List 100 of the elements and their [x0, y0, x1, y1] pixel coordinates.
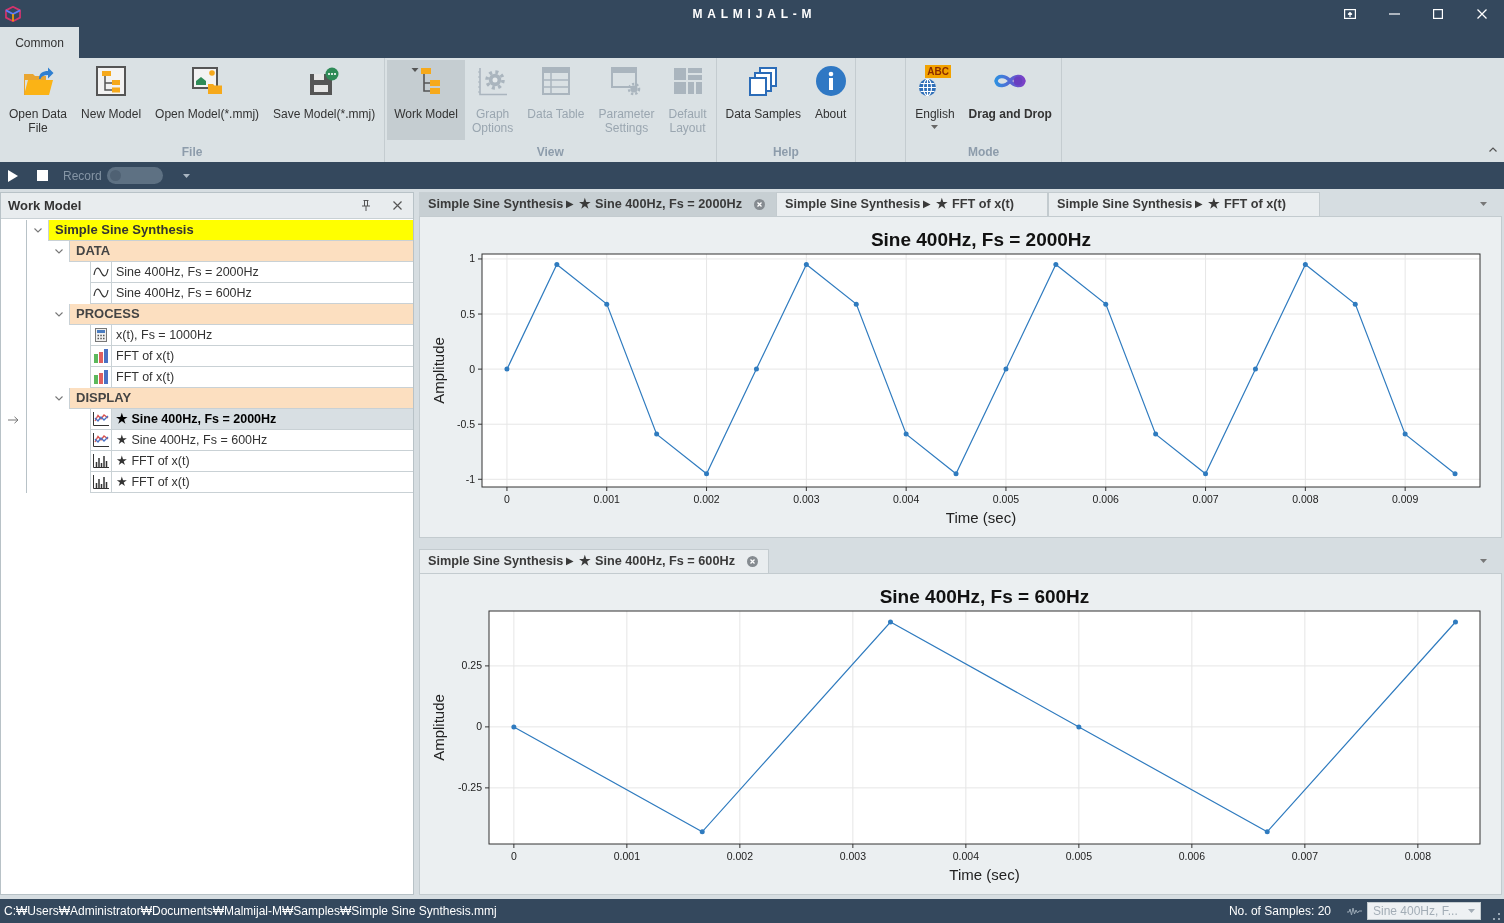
group-label: Help — [772, 144, 799, 161]
group-tree-item[interactable]: PROCESS — [69, 304, 413, 325]
tick-label: 0.004 — [893, 493, 920, 505]
chevron-down-icon[interactable] — [54, 396, 63, 401]
tree-item[interactable]: Sine 400Hz, Fs = 2000Hz — [111, 262, 413, 283]
document-tab[interactable]: Simple Sine Synthesis► ★ Sine 400Hz, Fs = 600Hz — [419, 549, 769, 573]
minimize-icon[interactable] — [1388, 12, 1400, 15]
data-point — [1352, 301, 1358, 307]
project-tree-item[interactable]: Simple Sine Synthesis — [48, 220, 413, 241]
tree-item[interactable]: ★ Sine 400Hz, Fs = 2000Hz — [111, 409, 413, 430]
maximize-icon[interactable] — [1433, 8, 1443, 19]
data-point — [554, 261, 560, 267]
open-data-file-button[interactable]: Open Data File — [2, 60, 75, 140]
histogram-icon — [93, 454, 109, 468]
tick-label: 0.002 — [726, 850, 753, 862]
table-icon — [541, 67, 570, 95]
caret-down-icon[interactable] — [1480, 559, 1487, 563]
picture-folder-icon — [191, 67, 223, 95]
open-model-button[interactable]: Open Model(*.mmj) — [148, 60, 267, 140]
about-button[interactable]: About — [807, 60, 854, 140]
data-point — [1053, 261, 1059, 267]
sample-count: No. of Samples: 20 — [1228, 903, 1331, 920]
language-button[interactable]: ABC English — [908, 60, 962, 140]
close-icon[interactable] — [393, 201, 402, 210]
file-path: C:₩Users₩Administrator₩Documents₩Malmijal-M₩Samples₩Simple Sine Synthesis.mmj — [4, 903, 497, 920]
calculator-icon — [95, 328, 107, 342]
tree-diagram-icon — [96, 66, 127, 96]
window-gear-icon — [611, 66, 642, 96]
chevron-down-icon[interactable] — [33, 228, 42, 233]
tick-label: 0.005 — [1065, 850, 1092, 862]
tree-item[interactable]: FFT of x(t) — [111, 346, 413, 367]
tick-label: 0.009 — [1392, 493, 1419, 505]
data-point — [654, 431, 660, 437]
play-icon[interactable] — [8, 169, 18, 182]
work-model-button[interactable]: Work Model — [387, 60, 465, 140]
tick-label: 0 — [504, 493, 510, 505]
data-point — [1153, 431, 1159, 437]
chart-gear-icon — [477, 66, 508, 96]
document-tab[interactable]: Simple Sine Synthesis► ★ FFT of x(t) — [1048, 192, 1321, 216]
box-up-arrow-icon[interactable] — [1344, 8, 1356, 19]
tick-label: 0.001 — [593, 493, 620, 505]
document-tab[interactable]: Simple Sine Synthesis► ★ Sine 400Hz, Fs = 2000Hz — [419, 192, 777, 216]
group-tree-item[interactable]: DISPLAY — [69, 388, 413, 409]
new-model-button[interactable]: New Model — [74, 60, 149, 140]
save-model-button[interactable]: Save Model(*.mmj) — [266, 60, 383, 140]
tick-label: 0.008 — [1404, 850, 1431, 862]
pin-icon[interactable] — [362, 200, 370, 211]
data-point — [1452, 471, 1458, 477]
caret-down-icon[interactable] — [182, 173, 190, 178]
tick-label: 0.008 — [1292, 493, 1319, 505]
group-tree-item[interactable]: DATA — [69, 241, 413, 262]
cube-logo-icon — [5, 5, 21, 22]
resize-grip-icon[interactable] — [1493, 913, 1500, 920]
ribbon-tab[interactable]: Common — [0, 27, 79, 58]
axis-label: Time (sec) — [945, 509, 1017, 526]
language-badge: ABC — [925, 65, 951, 78]
tree-item[interactable]: FFT of x(t) — [111, 367, 413, 388]
tick-label: 0.003 — [839, 850, 866, 862]
chevron-up-icon[interactable] — [1489, 147, 1497, 152]
tick-label: 0.006 — [1178, 850, 1205, 862]
chevron-down-icon[interactable] — [54, 312, 63, 317]
infinity-icon — [993, 72, 1028, 90]
info-icon — [815, 66, 846, 96]
tree-item[interactable]: ★ FFT of x(t) — [111, 472, 413, 493]
line-chart-icon — [93, 412, 109, 426]
sine-wave-icon — [93, 266, 109, 278]
data-point — [888, 619, 893, 625]
data-point — [1264, 829, 1270, 835]
drag-and-drop-button[interactable]: Drag and Drop — [961, 60, 1059, 140]
record-label: Record — [63, 167, 102, 185]
tick-label: -1 — [465, 472, 475, 485]
data-samples-button[interactable]: Data Samples — [718, 60, 808, 140]
tick-label: 0.002 — [693, 493, 720, 505]
window-title: MALMIJAL-M — [691, 5, 817, 23]
floppy-disk-icon — [309, 66, 340, 96]
panel-title: Work Model — [8, 196, 82, 215]
tick-label: 1 — [469, 252, 475, 265]
folder-arrow-icon — [22, 66, 54, 96]
axis-label: Time (sec) — [949, 866, 1020, 883]
tree-diagram-icon — [411, 67, 442, 95]
data-point — [1203, 471, 1209, 477]
data-point — [1402, 431, 1408, 437]
tree-item[interactable]: ★ Sine 400Hz, Fs = 600Hz — [111, 430, 413, 451]
tick-label: 0.004 — [952, 850, 979, 862]
data-point — [853, 301, 859, 307]
data-point — [803, 261, 809, 267]
caret-down-icon[interactable] — [1480, 202, 1487, 206]
tree-item[interactable]: ★ FFT of x(t) — [111, 451, 413, 472]
chevron-down-icon[interactable] — [54, 249, 63, 254]
data-point — [753, 366, 759, 372]
tick-label: 0 — [476, 720, 482, 733]
tree-item[interactable]: x(t), Fs = 1000Hz — [111, 325, 413, 346]
sine-wave-icon — [93, 287, 109, 299]
bar-chart-icon — [94, 370, 108, 384]
group-label: View — [536, 144, 564, 161]
group-label: Mode — [967, 144, 1000, 161]
caret-down-icon — [1468, 909, 1475, 913]
document-tab[interactable]: Simple Sine Synthesis► ★ FFT of x(t) — [776, 192, 1049, 216]
chart-title: Sine 400Hz, Fs = 600Hz — [879, 586, 1090, 607]
tree-item[interactable]: Sine 400Hz, Fs = 600Hz — [111, 283, 413, 304]
